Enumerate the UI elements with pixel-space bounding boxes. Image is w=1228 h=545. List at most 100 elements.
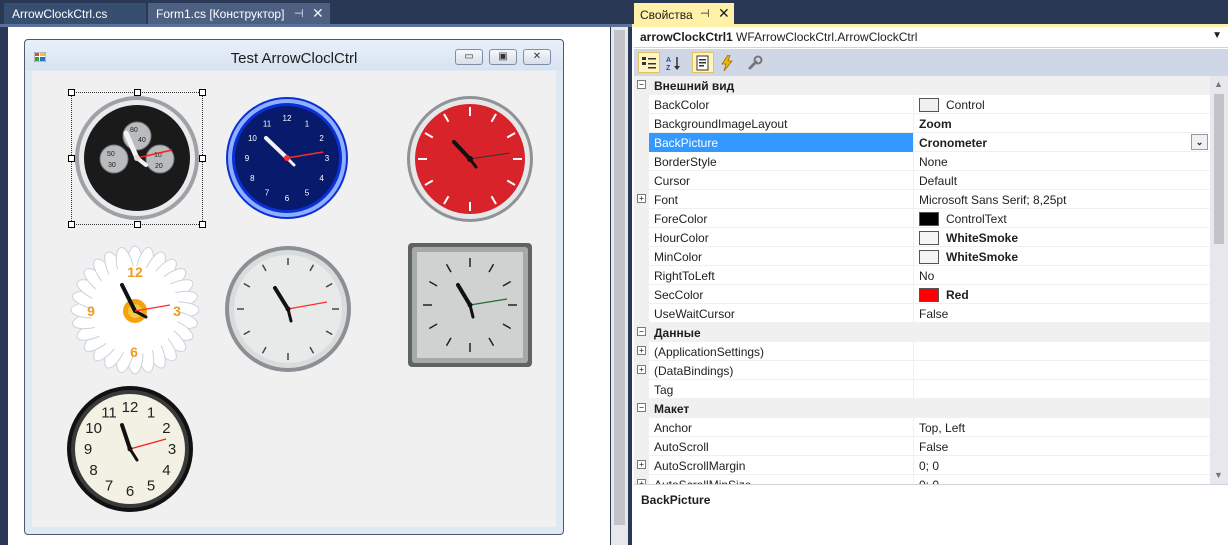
- property-value[interactable]: Cronometer ⌄: [915, 133, 1210, 152]
- chevron-down-icon[interactable]: ▼: [1212, 30, 1222, 41]
- property-value[interactable]: Microsoft Sans Serif; 8,25pt: [915, 190, 1210, 209]
- property-pages-icon[interactable]: [744, 52, 766, 73]
- property-value-text: ControlText: [946, 212, 1007, 226]
- property-row[interactable]: + AutoScrollMargin 0; 0: [634, 456, 1210, 475]
- minimize-button[interactable]: ▭: [455, 49, 483, 65]
- property-value[interactable]: [915, 361, 1210, 380]
- property-row[interactable]: +AutoScrollMinSize0; 0: [634, 475, 1210, 484]
- close-icon[interactable]: ✕: [718, 5, 730, 22]
- property-value[interactable]: No: [915, 266, 1210, 285]
- alphabetical-icon[interactable]: AZ: [662, 52, 684, 73]
- property-row[interactable]: + Font Microsoft Sans Serif; 8,25pt: [634, 190, 1210, 209]
- pin-icon[interactable]: ⊣: [700, 7, 710, 20]
- property-value-text: Top, Left: [919, 421, 966, 435]
- scroll-up-icon[interactable]: ▲: [1214, 79, 1223, 89]
- clock-daisy[interactable]: 12 3 6 9: [70, 245, 200, 375]
- property-value[interactable]: [915, 380, 1210, 399]
- property-row[interactable]: SecColor Red: [634, 285, 1210, 304]
- property-row[interactable]: RightToLeft No: [634, 266, 1210, 285]
- dial-numeral: 1: [305, 119, 310, 128]
- property-value[interactable]: 0; 0: [915, 475, 1210, 484]
- categorized-icon[interactable]: [638, 52, 660, 73]
- property-value[interactable]: Default: [915, 171, 1210, 190]
- property-name: AutoScroll: [649, 437, 914, 456]
- property-row[interactable]: BackgroundImageLayout Zoom: [634, 114, 1210, 133]
- property-category[interactable]: − Внешний вид: [634, 76, 1210, 95]
- property-row[interactable]: BackColor Control: [634, 95, 1210, 114]
- property-value[interactable]: 0; 0: [915, 456, 1210, 475]
- collapse-icon[interactable]: −: [637, 80, 646, 89]
- expand-icon[interactable]: +: [637, 194, 646, 203]
- property-category[interactable]: − Макет: [634, 399, 1210, 418]
- resize-handle[interactable]: [199, 155, 206, 162]
- property-value[interactable]: None: [915, 152, 1210, 171]
- dial-numeral: 9: [245, 154, 250, 163]
- resize-handle[interactable]: [199, 89, 206, 96]
- property-row[interactable]: + (DataBindings): [634, 361, 1210, 380]
- property-value[interactable]: False: [915, 304, 1210, 323]
- resize-handle[interactable]: [68, 89, 75, 96]
- property-row[interactable]: ForeColor ControlText: [634, 209, 1210, 228]
- property-row[interactable]: + (ApplicationSettings): [634, 342, 1210, 361]
- resize-handle[interactable]: [68, 221, 75, 228]
- resize-handle[interactable]: [134, 89, 141, 96]
- property-row[interactable]: BorderStyle None: [634, 152, 1210, 171]
- property-value[interactable]: [915, 342, 1210, 361]
- maximize-button[interactable]: ▣: [489, 49, 517, 65]
- property-value[interactable]: False: [915, 437, 1210, 456]
- close-icon[interactable]: ✕: [312, 5, 324, 22]
- property-value[interactable]: ControlText: [915, 209, 1210, 228]
- scrollbar-thumb[interactable]: [1214, 94, 1224, 244]
- expand-icon[interactable]: +: [637, 346, 646, 355]
- dial-numeral: 12: [122, 399, 139, 416]
- document-tabs: ArrowClockCtrl.cs Form1.cs [Конструктор]…: [0, 0, 632, 27]
- property-category[interactable]: − Данные: [634, 323, 1210, 342]
- property-row[interactable]: MinColor WhiteSmoke: [634, 247, 1210, 266]
- property-value[interactable]: WhiteSmoke: [915, 247, 1210, 266]
- object-selector[interactable]: arrowClockCtrl1 WFArrowClockCtrl.ArrowCl…: [634, 27, 1228, 48]
- property-grid-scrollbar[interactable]: ▲ ▼: [1210, 76, 1228, 484]
- dropdown-button[interactable]: ⌄: [1191, 134, 1208, 150]
- scrollbar-thumb[interactable]: [614, 30, 625, 525]
- clock-neon[interactable]: 12 12 3 45 6 7 8 9 10 11: [224, 95, 350, 221]
- resize-handle[interactable]: [68, 155, 75, 162]
- pin-icon[interactable]: ⊣: [294, 7, 304, 20]
- collapse-icon[interactable]: −: [637, 327, 646, 336]
- dial-numeral: 12: [283, 114, 292, 123]
- clock-red[interactable]: [406, 95, 534, 223]
- property-value[interactable]: WhiteSmoke: [915, 228, 1210, 247]
- resize-handle[interactable]: [134, 221, 141, 228]
- collapse-icon[interactable]: −: [637, 403, 646, 412]
- designer-scrollbar[interactable]: [611, 27, 628, 545]
- close-button[interactable]: ✕: [523, 49, 551, 65]
- scroll-down-icon[interactable]: ▼: [1214, 470, 1223, 480]
- clock-silver[interactable]: [224, 245, 352, 373]
- property-row[interactable]: Cursor Default: [634, 171, 1210, 190]
- property-row[interactable]: Tag: [634, 380, 1210, 399]
- property-row[interactable]: Anchor Top, Left: [634, 418, 1210, 437]
- events-icon[interactable]: [716, 52, 738, 73]
- resize-handle[interactable]: [199, 221, 206, 228]
- row-gutter: [634, 95, 649, 114]
- expand-icon[interactable]: +: [637, 365, 646, 374]
- clock-square[interactable]: [406, 241, 534, 369]
- expand-icon[interactable]: +: [637, 460, 646, 469]
- form-titlebar[interactable]: Test ArrowCloclCtrl ▭ ▣ ✕: [25, 40, 563, 70]
- property-row[interactable]: HourColor WhiteSmoke: [634, 228, 1210, 247]
- properties-icon[interactable]: [692, 52, 714, 73]
- property-value[interactable]: Top, Left: [915, 418, 1210, 437]
- property-value[interactable]: Zoom: [915, 114, 1210, 133]
- property-value[interactable]: Red: [915, 285, 1210, 304]
- row-gutter: [634, 247, 649, 266]
- tab-label: Form1.cs [Конструктор]: [156, 7, 285, 21]
- clock-classic[interactable]: 12 12 3 45678 9 1011: [66, 385, 194, 513]
- tab-arrowclockctrl-cs[interactable]: ArrowClockCtrl.cs: [4, 3, 146, 24]
- property-row[interactable]: UseWaitCursor False: [634, 304, 1210, 323]
- dial-numeral: 3: [168, 441, 176, 458]
- property-value[interactable]: Control: [915, 95, 1210, 114]
- property-row[interactable]: AutoScroll False: [634, 437, 1210, 456]
- property-row[interactable]: BackPicture Cronometer ⌄: [634, 133, 1210, 152]
- tab-form1-designer[interactable]: Form1.cs [Конструктор] ⊣ ✕: [148, 3, 330, 24]
- property-value-text: WhiteSmoke: [946, 231, 1019, 245]
- designed-form[interactable]: Test ArrowCloclCtrl ▭ ▣ ✕ 80 40 50 30 10…: [24, 39, 564, 535]
